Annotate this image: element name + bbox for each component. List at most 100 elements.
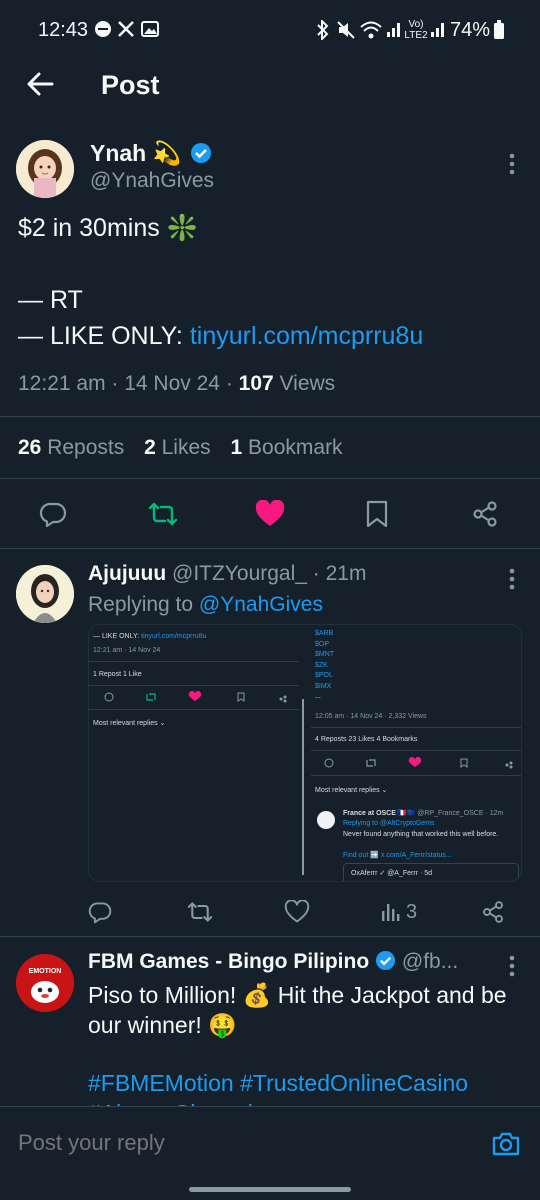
reply-icon	[88, 902, 112, 924]
svg-text:EMOTION: EMOTION	[29, 968, 62, 975]
more-options-icon[interactable]	[500, 565, 524, 593]
views-count: 107	[238, 372, 274, 395]
reply-media-image[interactable]: — LIKE ONLY: tinyurl.com/mcprru8u 12:21 …	[88, 624, 522, 882]
reply-icon	[39, 502, 67, 528]
gallery-icon	[141, 21, 159, 37]
battery-level: 74%	[450, 19, 491, 41]
reply-author-name[interactable]: FBM Games - Bingo Pilipino	[88, 950, 369, 973]
replying-to-prefix: Replying to	[88, 593, 199, 616]
reply-header: FBM Games - Bingo Pilipino @fb...	[88, 950, 458, 974]
reply-age: · 21m	[312, 562, 367, 585]
verified-badge-icon	[190, 143, 211, 163]
bluetooth-icon	[317, 20, 329, 40]
likes-label: Likes	[161, 436, 211, 459]
mini-reply-avatar	[317, 811, 335, 829]
bookmarks-label: Bookmark	[248, 436, 343, 459]
post-link[interactable]: tinyurl.com/mcprru8u	[190, 322, 423, 350]
mini-left-actions-icon	[104, 691, 287, 703]
share-button[interactable]	[465, 494, 505, 534]
views-icon	[382, 904, 400, 921]
mini-divider	[89, 685, 299, 686]
repost-button[interactable]	[143, 494, 183, 534]
mini-reply-text: Never found anything that worked this we…	[343, 831, 499, 838]
post-text-like-only: — LIKE ONLY:	[18, 322, 190, 350]
reply-author-handle[interactable]: @fb...	[402, 950, 458, 973]
verified-badge-icon	[375, 950, 396, 971]
reply-share-button[interactable]	[473, 892, 513, 932]
more-options-icon[interactable]	[500, 952, 524, 980]
x-icon	[118, 21, 134, 37]
reply-author-name[interactable]: Ajujuuu	[88, 562, 166, 585]
post-time: 12:21 am	[18, 372, 106, 395]
camera-icon	[492, 1132, 520, 1156]
divider	[0, 416, 540, 417]
reposts-count: 26	[18, 436, 42, 459]
mini-right-sort: Most relevant replies ⌄	[315, 787, 388, 794]
bookmarks-stat[interactable]: 1 Bookmark	[231, 436, 343, 459]
reply-views-count: 3	[406, 900, 418, 923]
bookmark-button[interactable]	[357, 494, 397, 534]
post-text-line-1: $2 in 30mins ❇️	[18, 214, 198, 242]
like-button[interactable]	[250, 494, 290, 534]
likes-stat[interactable]: 2 Likes	[144, 436, 211, 459]
mini-reply-to: Replying to @AltCryptoGems	[343, 820, 435, 827]
mini-left-stats: 1 Repost 1 Like	[93, 671, 142, 678]
repost-icon	[187, 902, 213, 922]
reply-repost-button[interactable]	[180, 892, 220, 932]
heart-filled-icon	[255, 500, 285, 526]
reply-avatar[interactable]: EMOTION	[16, 954, 74, 1012]
mini-divider	[89, 661, 299, 662]
mini-divider	[311, 750, 521, 751]
author-avatar[interactable]	[16, 140, 74, 198]
share-icon	[473, 501, 497, 527]
reply-avatar[interactable]	[16, 565, 74, 623]
post-actions	[0, 494, 540, 536]
mini-divider	[311, 775, 521, 776]
mini-left-sort: Most relevant replies ⌄	[93, 720, 166, 727]
reply-text: Piso to Million! 💰 Hit the Jackpot and b…	[88, 982, 507, 1038]
mini-divider	[89, 709, 299, 710]
views-label: Views	[279, 372, 336, 395]
network-label: Vo) LTE2	[404, 19, 428, 41]
post-text-line-2: — RT	[18, 286, 83, 314]
author-handle[interactable]: @YnahGives	[90, 169, 214, 193]
dnd-icon	[95, 21, 111, 37]
mini-left-meta: 12:21 am · 14 Nov 24	[93, 647, 161, 654]
share-icon	[483, 901, 503, 923]
mini-scroll-bar	[302, 699, 304, 875]
mini-right-actions-icon	[324, 757, 513, 769]
mini-divider	[311, 727, 521, 728]
more-options-icon[interactable]	[500, 150, 524, 178]
mini-left-line: — LIKE ONLY: tinyurl.com/mcprru8u	[93, 633, 207, 640]
divider	[0, 548, 540, 549]
reply-author-handle[interactable]: @ITZYourgal_	[172, 562, 307, 585]
mini-reply-link: Find out ➡️ x.com/A_Ferrr/status...	[343, 852, 452, 859]
replying-to-handle[interactable]: @YnahGives	[199, 593, 323, 616]
author-name-text: Ynah 💫	[90, 140, 182, 166]
back-arrow-icon[interactable]	[22, 66, 58, 102]
divider	[0, 478, 540, 479]
status-bar: 12:43 Vo) LTE2 74%	[0, 0, 540, 62]
author-name[interactable]: Ynah 💫	[90, 140, 212, 167]
post-date: 14 Nov 24	[124, 372, 220, 395]
camera-button[interactable]	[490, 1128, 522, 1160]
bookmarks-count: 1	[230, 436, 243, 459]
bookmark-icon	[366, 500, 388, 528]
likes-count: 2	[144, 436, 156, 459]
post-stats: 26 Reposts 2 Likes 1 Bookmark	[18, 436, 343, 460]
reply-reply-button[interactable]	[80, 892, 120, 932]
signal-icon	[387, 23, 400, 37]
reply-actions: 3	[80, 892, 540, 926]
reposts-stat[interactable]: 26 Reposts	[18, 436, 124, 459]
post-text-line-3: — LIKE ONLY: tinyurl.com/mcprru8u	[18, 318, 423, 354]
mute-icon	[337, 21, 355, 39]
reply-input[interactable]	[18, 1130, 418, 1156]
reposts-label: Reposts	[47, 436, 125, 459]
home-indicator	[189, 1187, 351, 1192]
reply-like-button[interactable]	[277, 892, 317, 932]
reply-button[interactable]	[33, 494, 73, 534]
signal-icon-2	[431, 23, 444, 37]
reply-views-button[interactable]: 3	[380, 892, 440, 932]
status-time: 12:43	[38, 19, 89, 41]
post-meta: 12:21 am · 14 Nov 24 · 107 Views	[18, 372, 336, 395]
